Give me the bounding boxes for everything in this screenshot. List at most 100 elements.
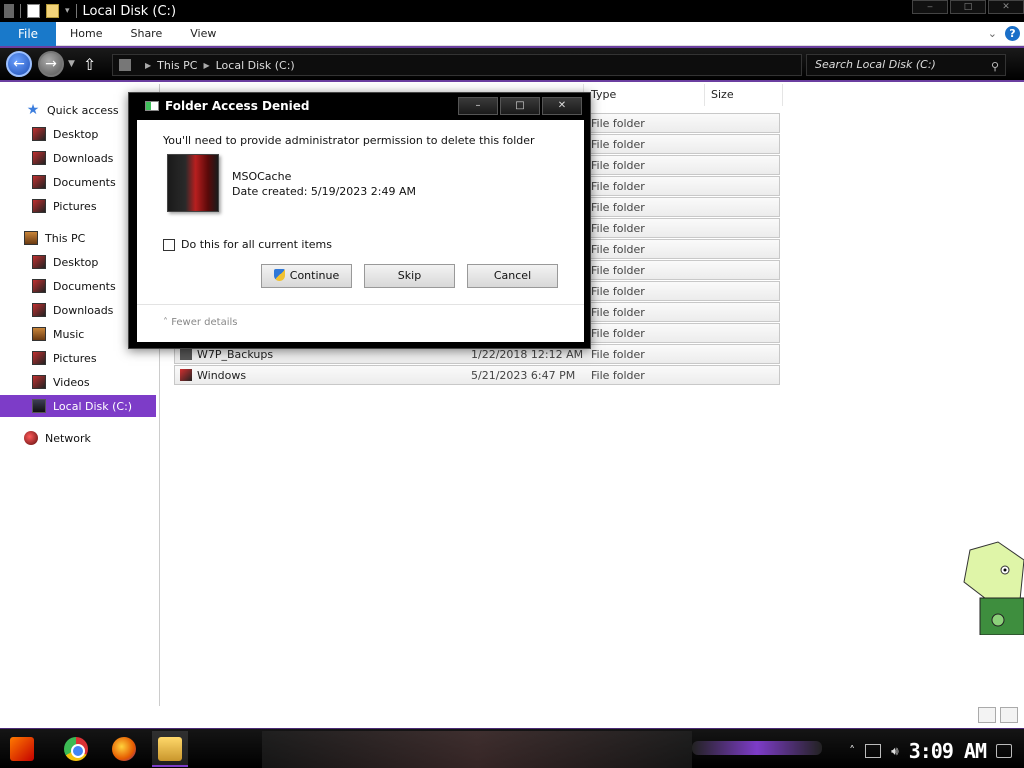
close-button[interactable]: ✕	[988, 0, 1024, 14]
sidebar-item-label: Documents	[53, 279, 116, 293]
show-hidden-icons-icon[interactable]: ˄	[849, 744, 855, 758]
app-icon[interactable]	[4, 4, 14, 18]
volume-icon[interactable]: 🔊︎	[891, 744, 899, 759]
customize-toolbar-icon[interactable]: ▾	[65, 6, 70, 16]
maximize-button[interactable]: □	[950, 0, 986, 14]
uac-shield-icon	[273, 269, 285, 281]
dialog-close-button[interactable]: ✕	[542, 97, 582, 115]
row-type: File folder	[591, 222, 645, 235]
tab-view[interactable]: View	[176, 22, 230, 46]
large-icons-view-icon[interactable]	[1000, 707, 1018, 723]
computer-icon	[119, 59, 131, 71]
folder-icon	[180, 348, 192, 360]
sidebar-item-label: Downloads	[53, 303, 114, 317]
firefox-icon[interactable]	[112, 737, 136, 761]
recent-locations-icon[interactable]: ▼	[68, 59, 75, 69]
music-icon	[32, 327, 46, 341]
search-input[interactable]: Search Local Disk (C:) ⚲	[806, 54, 1006, 76]
sidebar-item-label: Pictures	[53, 199, 97, 213]
sidebar-item-label: Downloads	[53, 151, 114, 165]
star-icon: ★	[26, 102, 40, 118]
folder-name: MSOCache	[232, 170, 292, 183]
row-type: File folder	[591, 138, 645, 151]
cancel-button[interactable]: Cancel	[467, 264, 558, 288]
row-type: File folder	[591, 306, 645, 319]
start-icon[interactable]	[10, 737, 34, 761]
notification-center-icon[interactable]	[996, 744, 1012, 758]
dialog-title: Folder Access Denied	[165, 99, 310, 113]
file-explorer-icon[interactable]	[158, 737, 182, 761]
sidebar-item-label: Desktop	[53, 255, 99, 269]
address-bar: ← → ▼ ⇧ ▶ This PC ▶ Local Disk (C:) Sear…	[0, 46, 1024, 82]
continue-label: Continue	[289, 269, 340, 282]
chevron-down-icon[interactable]: ⌄	[988, 27, 997, 40]
dialog-minimize-button[interactable]: –	[458, 97, 498, 115]
checkbox-box[interactable]	[163, 238, 175, 251]
sidebar-item-label: Local Disk (C:)	[53, 399, 133, 413]
clock[interactable]: 3:09 AM	[909, 739, 987, 763]
breadcrumb-local-disk[interactable]: Local Disk (C:)	[216, 59, 295, 72]
downloads-icon	[32, 151, 46, 165]
sidebar-item-label: Desktop	[53, 127, 99, 141]
computer-icon	[24, 231, 38, 245]
row-date: 1/22/2018 12:12 AM	[471, 348, 584, 361]
pictures-icon	[32, 351, 46, 365]
sidebar-item-videos[interactable]: Videos	[0, 371, 156, 393]
forward-button[interactable]: →	[38, 51, 64, 77]
ribbon-tools: ⌄ ?	[988, 26, 1020, 41]
row-type: File folder	[591, 180, 645, 193]
sidebar-item-label: Videos	[53, 375, 90, 389]
taskbar-decoration	[692, 741, 822, 755]
row-type: File folder	[591, 285, 645, 298]
row-date: 5/21/2023 6:47 PM	[471, 369, 576, 382]
column-header-size[interactable]: Size	[705, 84, 783, 106]
sidebar-item-label: This PC	[45, 231, 86, 245]
apply-to-all-checkbox[interactable]: Do this for all current items	[163, 238, 332, 251]
properties-icon[interactable]	[27, 4, 40, 18]
downloads-icon	[32, 303, 46, 317]
toolbar-divider	[75, 4, 77, 18]
skip-button[interactable]: Skip	[364, 264, 455, 288]
sidebar-item-network[interactable]: Network	[0, 427, 156, 449]
network-status-icon[interactable]	[865, 744, 882, 758]
chrome-icon[interactable]	[64, 737, 88, 761]
up-button[interactable]: ⇧	[83, 55, 96, 74]
help-icon[interactable]: ?	[1005, 26, 1020, 41]
row-type: File folder	[591, 117, 645, 130]
details-view-icon[interactable]	[978, 707, 996, 723]
row-type: File folder	[591, 369, 645, 382]
tab-share[interactable]: Share	[116, 22, 176, 46]
tab-home[interactable]: Home	[56, 22, 116, 46]
sidebar-item-pictures[interactable]: Pictures	[0, 347, 156, 369]
dialog-window-controls: – □ ✕	[458, 97, 582, 115]
documents-icon	[32, 279, 46, 293]
breadcrumb[interactable]: ▶ This PC ▶ Local Disk (C:)	[112, 54, 802, 76]
back-button[interactable]: ←	[6, 51, 32, 77]
breadcrumb-separator-icon[interactable]: ▶	[203, 61, 209, 70]
fewer-details-link[interactable]: ˄ Fewer details	[163, 317, 237, 328]
new-folder-icon[interactable]	[46, 4, 59, 18]
tab-file[interactable]: File	[0, 21, 56, 46]
column-header-type[interactable]: Type	[585, 84, 705, 106]
desktop-icon	[32, 255, 46, 269]
search-icon[interactable]: ⚲	[991, 57, 999, 77]
dialog-icon	[145, 101, 159, 111]
continue-button[interactable]: Continue	[261, 264, 352, 288]
breadcrumb-separator-icon[interactable]: ▶	[145, 61, 151, 70]
row-type: File folder	[591, 243, 645, 256]
minimize-button[interactable]: ‒	[912, 0, 948, 14]
breadcrumb-this-pc[interactable]: This PC	[157, 59, 197, 72]
window-controls: ‒ □ ✕	[910, 0, 1024, 16]
dialog-message: You'll need to provide administrator per…	[163, 134, 535, 147]
ribbon-tabs: File Home Share View ⌄ ?	[0, 21, 1024, 46]
sidebar-item-local-disk[interactable]: Local Disk (C:)	[0, 395, 156, 417]
row-type: File folder	[591, 348, 645, 361]
sidebar-item-label: Quick access	[47, 103, 119, 117]
videos-icon	[32, 375, 46, 389]
folder-icon	[180, 369, 192, 381]
desktop-icon	[32, 127, 46, 141]
dialog-maximize-button[interactable]: □	[500, 97, 540, 115]
checkbox-label[interactable]: Do this for all current items	[181, 238, 332, 251]
documents-icon	[32, 175, 46, 189]
table-row[interactable]: Windows 5/21/2023 6:47 PM File folder	[174, 365, 780, 385]
